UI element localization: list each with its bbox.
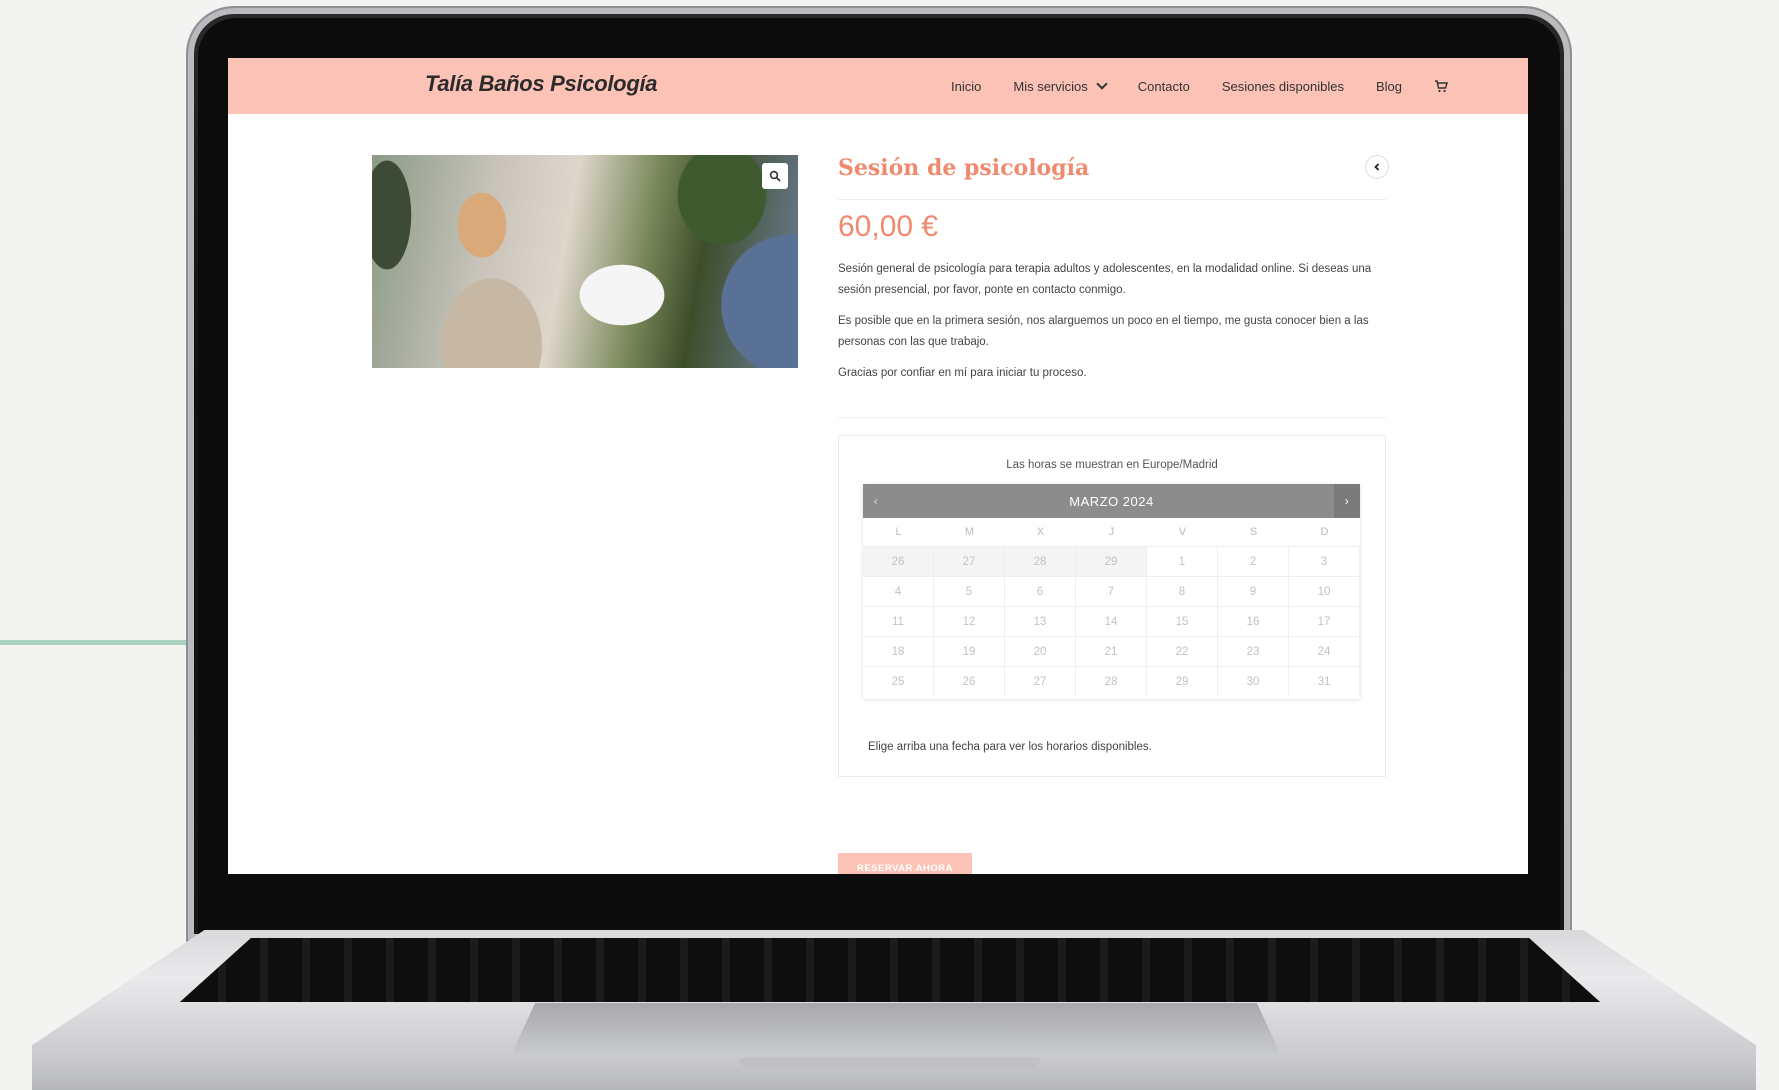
calendar-header: ‹ MARZO 2024 › xyxy=(863,484,1360,518)
nav-item-contacto[interactable]: Contacto xyxy=(1138,79,1190,94)
calendar-day[interactable]: 18 xyxy=(863,636,934,666)
weekday-label: S xyxy=(1249,526,1258,538)
calendar-day[interactable]: 25 xyxy=(863,666,934,696)
decorative-accent-line xyxy=(0,640,200,645)
calendar-day: 28 xyxy=(1005,546,1076,576)
calendar-day[interactable]: 22 xyxy=(1147,636,1218,666)
calendar-next-button[interactable]: › xyxy=(1333,484,1360,518)
calendar-day[interactable]: 5 xyxy=(934,576,1005,606)
calendar-day[interactable]: 4 xyxy=(863,576,934,606)
calendar-day[interactable]: 1 xyxy=(1147,546,1218,576)
calendar-day[interactable]: 26 xyxy=(934,666,1005,696)
weekday-label: X xyxy=(1036,526,1045,538)
calendar-day[interactable]: 12 xyxy=(934,606,1005,636)
site-header: Talía Baños Psicología Inicio Mis servic… xyxy=(228,58,1528,114)
calendar-day[interactable]: 8 xyxy=(1147,576,1218,606)
calendar-day[interactable]: 27 xyxy=(1005,666,1076,696)
product-image[interactable] xyxy=(372,155,798,368)
calendar-day[interactable]: 6 xyxy=(1005,576,1076,606)
choose-date-note: Elige arriba una fecha para ver los hora… xyxy=(868,741,1152,753)
product-description-2: Es posible que en la primera sesión, nos… xyxy=(838,315,1369,348)
timezone-note: Las horas se muestran en Europe/Madrid xyxy=(1006,459,1218,471)
website-screen: Talía Baños Psicología Inicio Mis servic… xyxy=(228,58,1528,874)
calendar-day[interactable]: 11 xyxy=(863,606,934,636)
product-description-1: Sesión general de psicología para terapi… xyxy=(838,263,1372,296)
product-description-3: Gracias por confiar en mí para iniciar t… xyxy=(838,367,1087,379)
site-brand[interactable]: Talía Baños Psicología xyxy=(425,71,658,97)
nav-item-blog[interactable]: Blog xyxy=(1376,79,1402,94)
weekday-label: L xyxy=(895,526,902,538)
calendar-month: MARZO 2024 xyxy=(1069,493,1154,509)
back-button[interactable] xyxy=(1365,155,1389,179)
calendar-day[interactable]: 17 xyxy=(1289,606,1360,636)
calendar-day[interactable]: 16 xyxy=(1218,606,1289,636)
calendar-weekdays: L M X J V S D xyxy=(863,518,1360,546)
calendar-day[interactable]: 19 xyxy=(934,636,1005,666)
main-nav: Inicio Mis servicios Contacto Sesiones d… xyxy=(951,58,1448,114)
calendar-day: 27 xyxy=(934,546,1005,576)
divider xyxy=(838,417,1386,418)
product-price: 60,00 € xyxy=(838,210,939,243)
calendar-day[interactable]: 24 xyxy=(1289,636,1360,666)
nav-item-inicio[interactable]: Inicio xyxy=(951,79,981,94)
calendar-day[interactable]: 21 xyxy=(1076,636,1147,666)
calendar-day[interactable]: 9 xyxy=(1218,576,1289,606)
product-title: Sesión de psicología xyxy=(838,155,1090,181)
calendar-day[interactable]: 29 xyxy=(1147,666,1218,696)
calendar-day[interactable]: 3 xyxy=(1289,546,1360,576)
calendar-day[interactable]: 28 xyxy=(1076,666,1147,696)
divider xyxy=(838,199,1386,200)
calendar-day[interactable]: 2 xyxy=(1218,546,1289,576)
laptop-front-lip xyxy=(740,1058,1040,1068)
weekday-label: M xyxy=(964,526,975,538)
calendar-day[interactable]: 31 xyxy=(1289,666,1360,696)
calendar-day[interactable]: 14 xyxy=(1076,606,1147,636)
booking-calendar: ‹ MARZO 2024 › L M X J V S D 26 27 28 29… xyxy=(863,484,1360,699)
chevron-down-icon xyxy=(1096,78,1108,90)
search-icon[interactable] xyxy=(762,163,788,189)
cart-icon[interactable] xyxy=(1434,79,1448,93)
calendar-day[interactable]: 13 xyxy=(1005,606,1076,636)
calendar-prev-button[interactable]: ‹ xyxy=(863,484,889,518)
nav-item-mis-servicios[interactable]: Mis servicios xyxy=(1013,78,1108,94)
calendar-day: 29 xyxy=(1076,546,1147,576)
calendar-day[interactable]: 30 xyxy=(1218,666,1289,696)
nav-item-label: Mis servicios xyxy=(1013,78,1088,94)
laptop-keyboard xyxy=(180,938,1600,1002)
therapy-session-photo xyxy=(372,155,798,368)
calendar-day[interactable]: 15 xyxy=(1147,606,1218,636)
calendar-day[interactable]: 10 xyxy=(1289,576,1360,606)
calendar-day: 26 xyxy=(863,546,934,576)
weekday-label: D xyxy=(1320,526,1329,538)
nav-item-sesiones-disponibles[interactable]: Sesiones disponibles xyxy=(1222,79,1344,94)
reserve-now-button[interactable]: RESERVAR AHORA xyxy=(838,853,972,874)
calendar-days: 26 27 28 29 1 2 3 4 5 6 7 8 9 10 11 12 1… xyxy=(863,546,1360,696)
calendar-day[interactable]: 7 xyxy=(1076,576,1147,606)
booking-form: Las horas se muestran en Europe/Madrid ‹… xyxy=(838,435,1386,777)
weekday-label: J xyxy=(1108,526,1115,538)
weekday-label: V xyxy=(1178,526,1187,538)
calendar-day[interactable]: 23 xyxy=(1218,636,1289,666)
calendar-day[interactable]: 20 xyxy=(1005,636,1076,666)
laptop-trackpad xyxy=(512,1003,1280,1053)
chevron-left-icon xyxy=(1374,163,1380,171)
